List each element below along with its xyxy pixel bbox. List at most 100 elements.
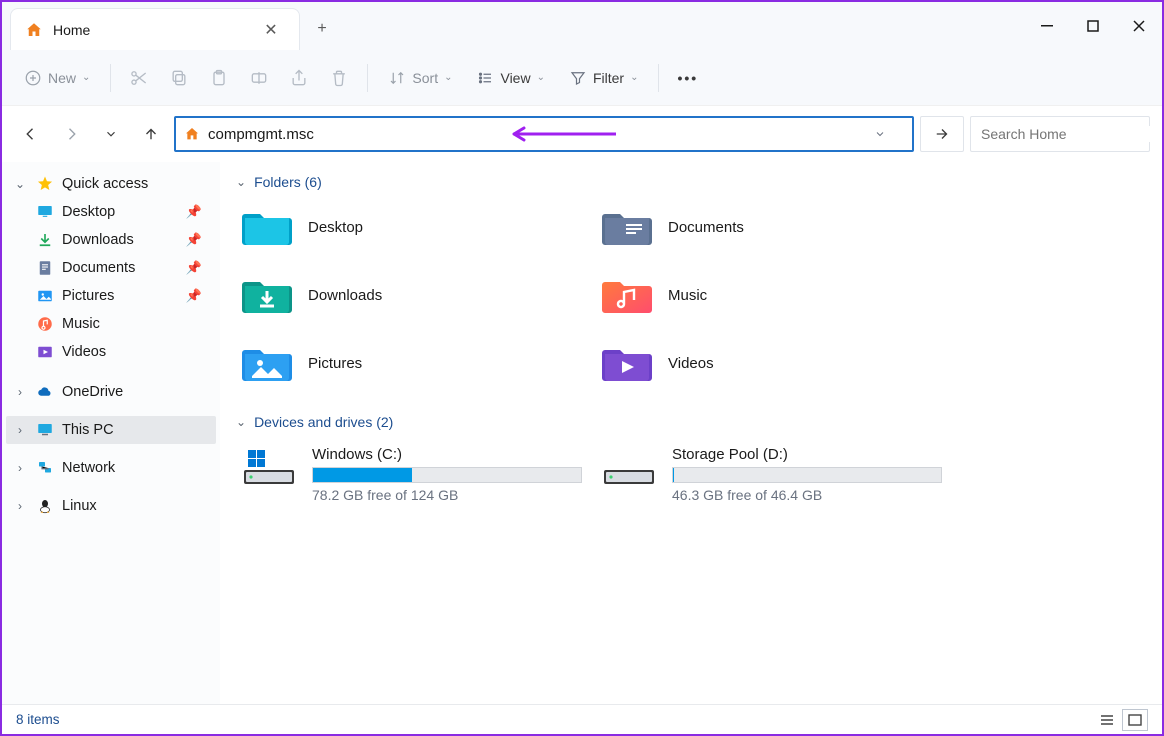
new-label: New <box>48 70 76 86</box>
group-header-folders[interactable]: ⌄ Folders (6) <box>236 170 1146 200</box>
delete-button[interactable] <box>321 62 357 94</box>
sort-button[interactable]: Sort ⌄ <box>378 63 462 93</box>
go-button[interactable] <box>920 116 964 152</box>
drive-c[interactable]: Windows (C:) 78.2 GB free of 124 GB <box>236 440 596 509</box>
sidebar-item-music[interactable]: Music <box>6 310 216 338</box>
sort-icon <box>388 69 406 87</box>
sidebar-item-this-pc[interactable]: › This PC <box>6 416 216 444</box>
folder-label: Pictures <box>308 355 362 372</box>
plus-circle-icon <box>24 69 42 87</box>
new-button[interactable]: New ⌄ <box>14 63 100 93</box>
more-icon: ••• <box>677 70 698 86</box>
details-view-button[interactable] <box>1094 709 1120 731</box>
address-dropdown-button[interactable] <box>874 128 904 140</box>
window-controls <box>1024 2 1162 50</box>
drive-usage-bar <box>672 467 942 483</box>
chevron-down-icon: ⌄ <box>537 72 545 83</box>
view-mode-buttons <box>1094 709 1148 731</box>
folder-videos-icon <box>602 342 652 384</box>
sidebar-item-downloads[interactable]: Downloads 📌 <box>6 226 216 254</box>
back-button[interactable] <box>14 117 48 151</box>
close-window-button[interactable] <box>1116 2 1162 50</box>
drive-d[interactable]: Storage Pool (D:) 46.3 GB free of 46.4 G… <box>596 440 956 509</box>
folder-videos[interactable]: Videos <box>596 336 956 390</box>
tiles-view-button[interactable] <box>1122 709 1148 731</box>
folder-label: Downloads <box>308 287 382 304</box>
view-icon <box>476 69 494 87</box>
sidebar-item-quick-access[interactable]: ⌄ Quick access <box>6 170 216 198</box>
filter-label: Filter <box>593 70 624 86</box>
minimize-button[interactable] <box>1024 2 1070 50</box>
pin-icon: 📌 <box>186 260 202 276</box>
pin-icon: 📌 <box>186 204 202 220</box>
sidebar-label: Network <box>62 460 115 476</box>
address-input[interactable] <box>208 126 866 143</box>
star-icon <box>36 175 54 193</box>
folder-downloads-icon <box>242 274 292 316</box>
sidebar-label: Pictures <box>62 288 114 304</box>
clipboard-icon <box>209 68 229 88</box>
separator <box>367 64 368 92</box>
group-header-drives[interactable]: ⌄ Devices and drives (2) <box>236 410 1146 440</box>
sidebar-item-documents[interactable]: Documents 📌 <box>6 254 216 282</box>
forward-button[interactable] <box>54 117 88 151</box>
share-button[interactable] <box>281 62 317 94</box>
sidebar-item-videos[interactable]: Videos <box>6 338 216 366</box>
more-button[interactable]: ••• <box>669 64 706 92</box>
maximize-button[interactable] <box>1070 2 1116 50</box>
filter-button[interactable]: Filter ⌄ <box>559 63 649 93</box>
sidebar-item-onedrive[interactable]: › OneDrive <box>6 378 216 406</box>
sidebar-item-linux[interactable]: › Linux <box>6 492 216 520</box>
paste-button[interactable] <box>201 62 237 94</box>
close-tab-button[interactable]: ✕ <box>257 16 285 44</box>
search-input[interactable] <box>981 126 1162 142</box>
search-box[interactable] <box>970 116 1150 152</box>
titlebar: Home ✕ + <box>2 2 1162 50</box>
chevron-right-icon: › <box>12 423 28 437</box>
drive-free-text: 78.2 GB free of 124 GB <box>312 487 582 503</box>
sidebar-label: Videos <box>62 344 106 360</box>
up-button[interactable] <box>134 117 168 151</box>
folder-desktop[interactable]: Desktop <box>236 200 596 254</box>
titlebar-drag-area[interactable] <box>344 2 1024 50</box>
folder-music[interactable]: Music <box>596 268 956 322</box>
rename-button[interactable] <box>241 62 277 94</box>
sidebar-item-pictures[interactable]: Pictures 📌 <box>6 282 216 310</box>
folder-downloads[interactable]: Downloads <box>236 268 596 322</box>
folder-pictures[interactable]: Pictures <box>236 336 596 390</box>
chevron-right-icon: › <box>12 385 28 399</box>
new-tab-button[interactable]: + <box>300 8 344 50</box>
sidebar-label: Linux <box>62 498 97 514</box>
sort-label: Sort <box>412 70 438 86</box>
folder-label: Videos <box>668 355 714 372</box>
recent-locations-button[interactable] <box>94 117 128 151</box>
sidebar-item-desktop[interactable]: Desktop 📌 <box>6 198 216 226</box>
sidebar-label: Quick access <box>62 176 148 192</box>
drive-name: Windows (C:) <box>312 446 582 463</box>
drive-name: Storage Pool (D:) <box>672 446 942 463</box>
group-label: Folders (6) <box>254 174 322 190</box>
address-bar[interactable] <box>174 116 914 152</box>
folders-grid: Desktop Documents Downloads Music Pictur… <box>236 200 1146 390</box>
copy-button[interactable] <box>161 62 197 94</box>
folder-documents-icon <box>602 206 652 248</box>
chevron-down-icon: ⌄ <box>444 72 452 83</box>
chevron-down-icon: ⌄ <box>236 415 246 429</box>
sidebar-label: This PC <box>62 422 114 438</box>
drive-os-icon <box>242 446 296 488</box>
chevron-right-icon: › <box>12 461 28 475</box>
network-icon <box>36 459 54 477</box>
cut-button[interactable] <box>121 62 157 94</box>
view-button[interactable]: View ⌄ <box>466 63 554 93</box>
pc-icon <box>36 421 54 439</box>
sidebar-item-network[interactable]: › Network <box>6 454 216 482</box>
folder-label: Music <box>668 287 707 304</box>
tab-home[interactable]: Home ✕ <box>10 8 300 50</box>
chevron-down-icon: ⌄ <box>12 177 28 191</box>
folder-documents[interactable]: Documents <box>596 200 956 254</box>
item-count: 8 items <box>16 712 60 727</box>
folder-label: Documents <box>668 219 744 236</box>
chevron-right-icon: › <box>12 499 28 513</box>
pin-icon: 📌 <box>186 232 202 248</box>
drives-grid: Windows (C:) 78.2 GB free of 124 GB Stor… <box>236 440 1146 509</box>
